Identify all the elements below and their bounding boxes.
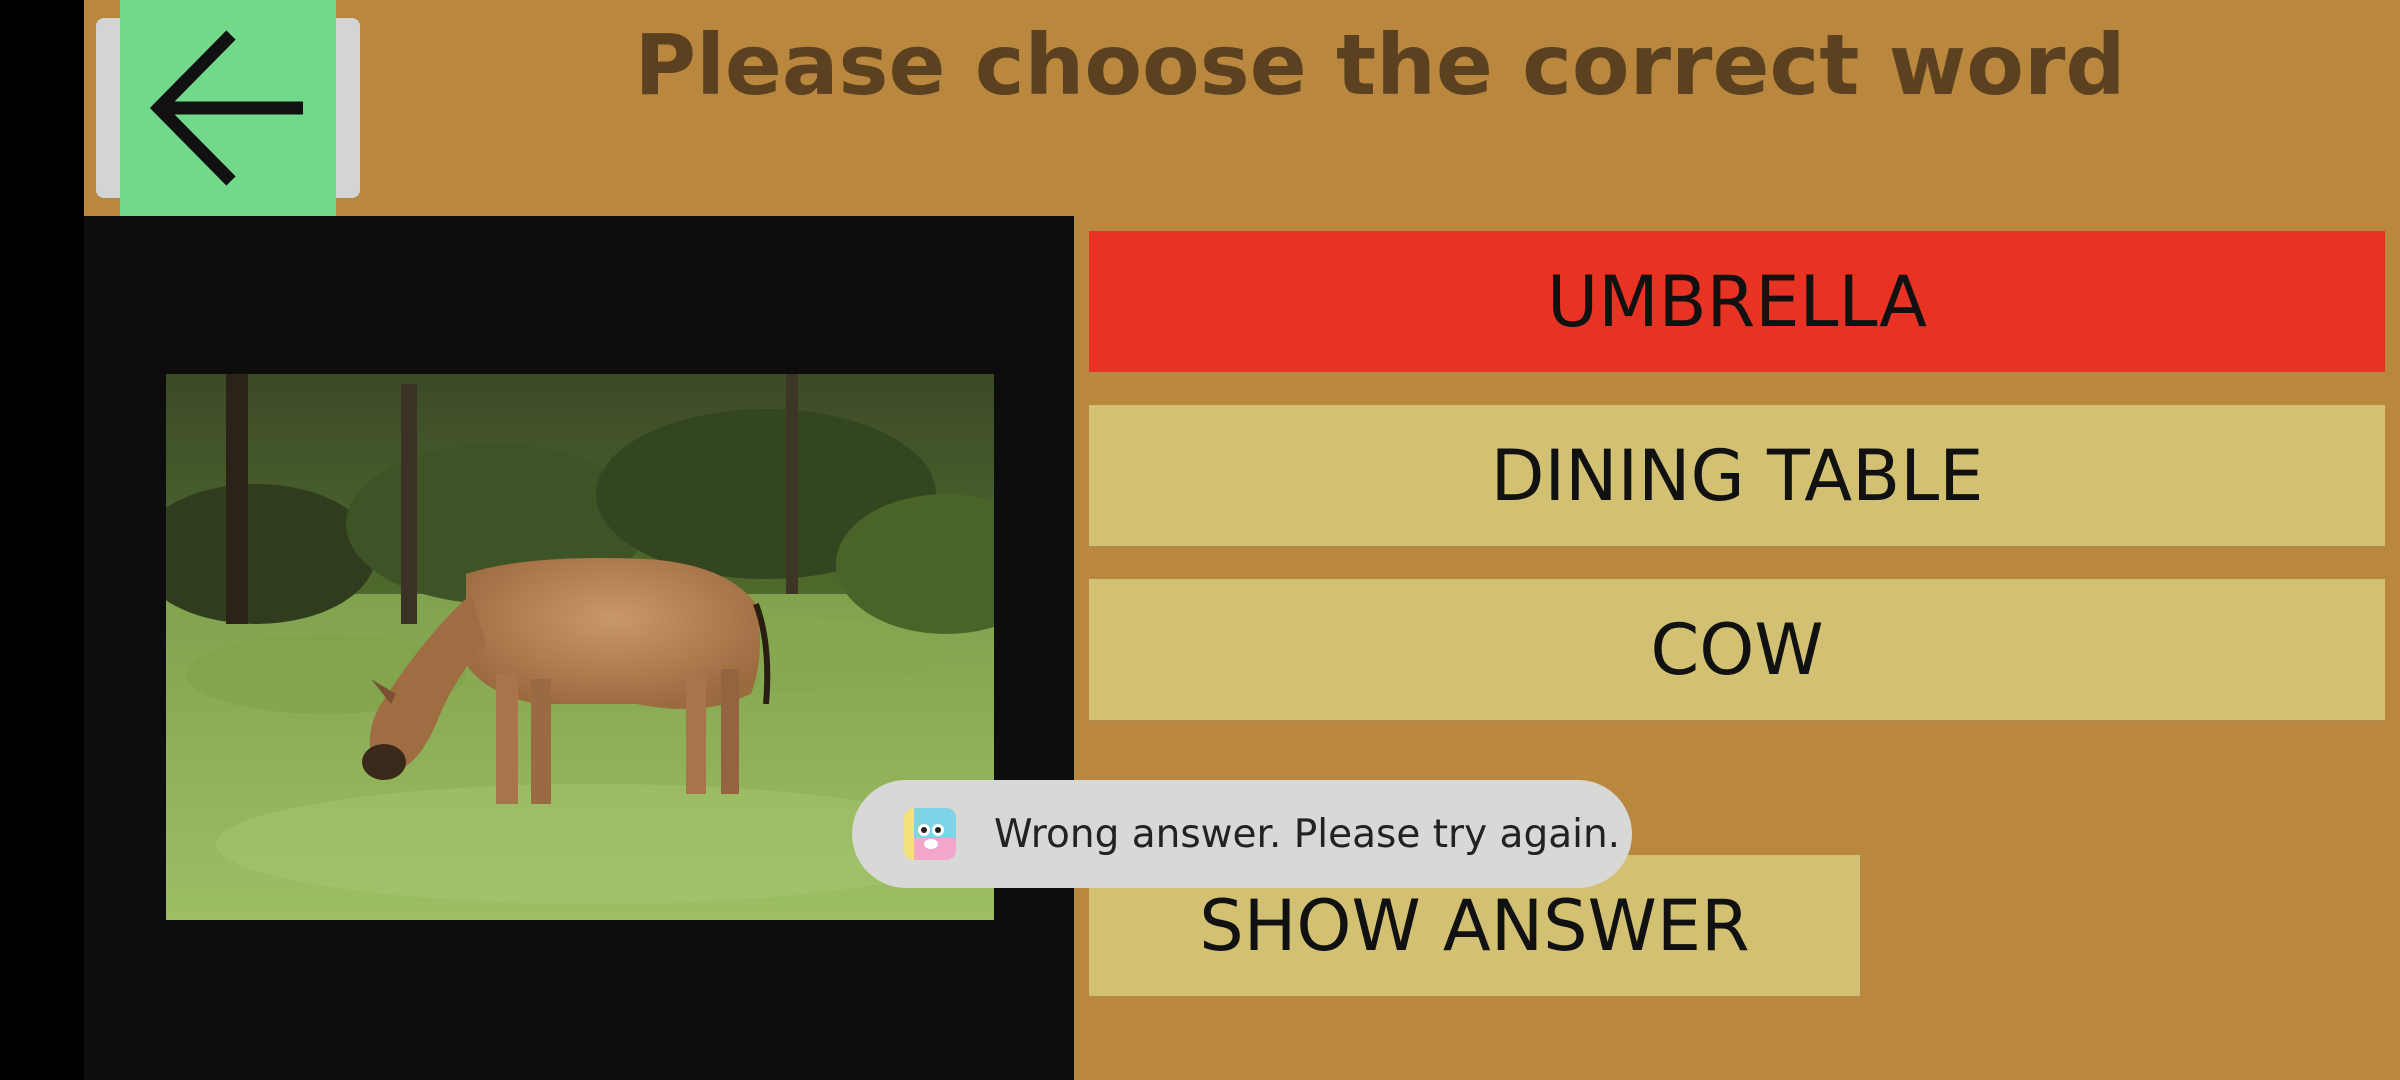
- toast-message: Wrong answer. Please try again.: [852, 780, 1632, 888]
- option-umbrella[interactable]: UMBRELLA: [1089, 231, 2385, 375]
- arrow-left-icon: [149, 30, 303, 186]
- toast-text: Wrong answer. Please try again.: [994, 811, 1621, 857]
- left-edge-bar: [0, 0, 84, 1080]
- option-cow[interactable]: COW: [1089, 579, 2385, 723]
- option-dining-table[interactable]: DINING TABLE: [1089, 405, 2385, 549]
- page-title: Please choose the correct word: [634, 16, 2126, 114]
- game-screen: Please choose the correct word UMBRELLA …: [0, 0, 2400, 1080]
- picture-panel: [84, 216, 1074, 1080]
- app-face-icon: [904, 808, 956, 860]
- back-button[interactable]: [120, 0, 336, 216]
